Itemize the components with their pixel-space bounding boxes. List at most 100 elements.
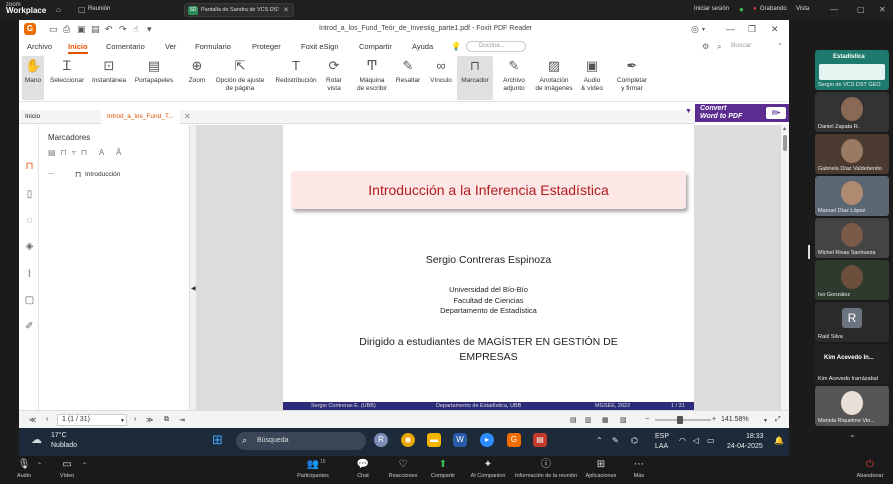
battery-icon[interactable]: ▭ [707, 436, 715, 445]
close-share-icon[interactable]: ✕ [283, 6, 289, 14]
video-caret-icon[interactable]: ⌃ [82, 462, 87, 469]
snapshot-tool[interactable]: ⊡ Instantánea [89, 56, 129, 100]
view-menu[interactable]: Vista [796, 6, 809, 12]
open-icon[interactable]: ▭ [49, 24, 58, 35]
single-page-icon[interactable]: ▤ [570, 416, 577, 424]
print-icon[interactable]: ⎙ [63, 24, 70, 35]
participant-tile[interactable]: Gabriela Díaz Valdebenito [815, 134, 889, 174]
zoom-app-icon[interactable]: ▸ [480, 433, 494, 447]
foxit-app-icon[interactable]: G [507, 433, 521, 447]
weather-temp[interactable]: 17°C [51, 432, 67, 439]
participant-tile[interactable]: Manuel Díaz López [815, 176, 889, 216]
zoom-out-icon[interactable]: − [645, 416, 649, 423]
wifi-icon[interactable]: ◠ [679, 436, 686, 445]
word-icon[interactable]: W [453, 433, 467, 447]
select-tool[interactable]: Ꮖ Seleccionar [47, 56, 87, 100]
audio-caret-icon[interactable]: ⌃ [37, 462, 42, 469]
cursor-icon[interactable]: ☝ [133, 24, 138, 35]
menu-inicio[interactable]: Inicio [68, 42, 88, 54]
zoom-in-icon[interactable]: + [712, 416, 716, 423]
participant-tile[interactable]: Michel Rivas Sanhueza [815, 218, 889, 258]
menu-formulario[interactable]: Formulario [195, 42, 231, 51]
hand-tool[interactable]: ✋ Mano [22, 56, 44, 100]
gallery-scroll-down-icon[interactable]: ⌄ [849, 430, 856, 439]
meeting-label[interactable]: Reunión [88, 6, 110, 12]
close-tab-icon[interactable]: ✕ [184, 112, 191, 121]
layers-icon[interactable]: ◈ [24, 241, 35, 252]
link-tool[interactable]: ∞ Vínculo [427, 56, 455, 100]
cover-icon[interactable]: ▧ [620, 416, 627, 424]
file-explorer-icon[interactable]: ▬ [427, 433, 441, 447]
menu-compartir[interactable]: Compartir [359, 42, 392, 51]
page-number-input[interactable]: 1 (1 / 31) [57, 414, 127, 426]
menu-foxit-esign[interactable]: Foxit eSign [301, 42, 339, 51]
scroll-up-icon[interactable]: ▲ [782, 126, 787, 132]
settings-icon[interactable]: ⚙ [702, 42, 709, 51]
meeting-info-button[interactable]: ⓘ Información de la reunión [512, 459, 580, 479]
bookmark-tool[interactable]: ⊓ Marcador [457, 56, 493, 100]
menu-proteger[interactable]: Proteger [252, 42, 281, 51]
notifications-icon[interactable]: 🔔 [774, 436, 784, 445]
menu-archivo[interactable]: Archivo [27, 42, 52, 51]
more-button[interactable]: ⋯ Más [628, 459, 650, 479]
leave-button[interactable]: ⏻ Abandonar [852, 459, 888, 479]
dropdown-arrow-icon[interactable]: ▼ [685, 108, 692, 115]
collapse-ribbon-icon[interactable]: ⌃ [777, 42, 783, 50]
pdf-app-icon[interactable]: ▤ [533, 433, 547, 447]
fill-sign-tool[interactable]: ✒ Completar y firmar [614, 56, 650, 100]
zoom-slider[interactable] [655, 416, 711, 424]
signin-link[interactable]: Iniciar sesión [694, 6, 729, 12]
security-icon[interactable]: ▢ [24, 295, 35, 306]
windows-start-icon[interactable]: ⊞ [212, 432, 223, 448]
minimize-icon[interactable]: — [726, 24, 735, 34]
reflow-tool[interactable]: T Redistribución [272, 56, 320, 100]
reactions-button[interactable]: ♡ Reacciones [387, 459, 419, 479]
first-page-icon[interactable]: ≪ [29, 416, 36, 424]
participant-tile[interactable]: Mariela Riquelme Vio... [815, 386, 889, 426]
ai-companion-button[interactable]: ✦ AI Companion [468, 459, 508, 479]
menu-ver[interactable]: Ver [165, 42, 176, 51]
audio-button[interactable]: 🎙 Audio [14, 459, 34, 479]
collapse-panel-icon[interactable]: ◀ [191, 285, 196, 292]
language-code[interactable]: ESP [655, 433, 669, 440]
page-view-icon[interactable]: ⧉ [164, 416, 169, 424]
account-caret-icon[interactable]: ▾ [702, 26, 705, 33]
volume-icon[interactable]: ◁ [693, 436, 699, 445]
vertical-scrollbar[interactable]: ▲ [781, 125, 789, 410]
apps-button[interactable]: ⊞ Aplicaciones [583, 459, 619, 479]
fit-page-tool[interactable]: ⇱ Opción de ajuste de página [211, 56, 269, 100]
chrome-icon[interactable]: ◉ [401, 433, 415, 447]
close-icon[interactable]: ✕ [879, 5, 886, 14]
participant-tile[interactable]: Kim Acevedo In... Kim Acevedo Irarrázaba… [815, 344, 889, 384]
home-icon[interactable]: ⌂ [56, 5, 61, 14]
close-icon[interactable]: ✕ [771, 24, 779, 35]
restore-icon[interactable]: ❐ [748, 24, 756, 35]
pages-icon[interactable]: ▯ [24, 189, 35, 200]
page-dropdown-icon[interactable]: ▼ [120, 418, 125, 424]
maximize-icon[interactable]: ▢ [857, 5, 865, 14]
video-button[interactable]: ▭ Vídeo [56, 459, 78, 479]
clock-time[interactable]: 18:33 [746, 433, 764, 440]
find-input[interactable]: Buscar [731, 42, 751, 49]
scroll-thumb[interactable] [783, 135, 787, 151]
gallery-resize-handle[interactable] [808, 245, 810, 259]
tab-document[interactable]: Introd_a_los_Fund_T... [101, 110, 180, 124]
customize-icon[interactable]: ▾ [147, 24, 152, 35]
participant-tile[interactable]: Ivo González [815, 260, 889, 300]
tell-me-search[interactable]: Docnne... [466, 41, 526, 52]
profile-app-icon[interactable]: R [374, 433, 388, 447]
comments-icon[interactable]: ◌ [24, 215, 35, 226]
zoom-dropdown-icon[interactable]: ▼ [763, 418, 768, 424]
signature-icon[interactable]: ✐ [24, 321, 35, 332]
convert-banner[interactable]: Convert Word to PDF ▼ ▤▸ [685, 104, 789, 122]
tray-chevron-icon[interactable]: ⌃ [596, 436, 603, 445]
account-icon[interactable]: ◎ [691, 24, 699, 35]
audio-video-tool[interactable]: ▣ Audio & vídeo [578, 56, 606, 100]
tray-app-icon[interactable]: ✎ [612, 436, 619, 445]
prev-page-icon[interactable]: ‹ [46, 416, 48, 423]
redo-icon[interactable]: ↷ [119, 24, 127, 35]
bookmark-item[interactable]: Introducción [85, 171, 120, 178]
fullscreen-icon[interactable]: ⤢ [775, 416, 781, 424]
zoom-tool[interactable]: ⊕ Zoom [184, 56, 210, 100]
participants-button[interactable]: 👥 Participantes [293, 459, 333, 479]
